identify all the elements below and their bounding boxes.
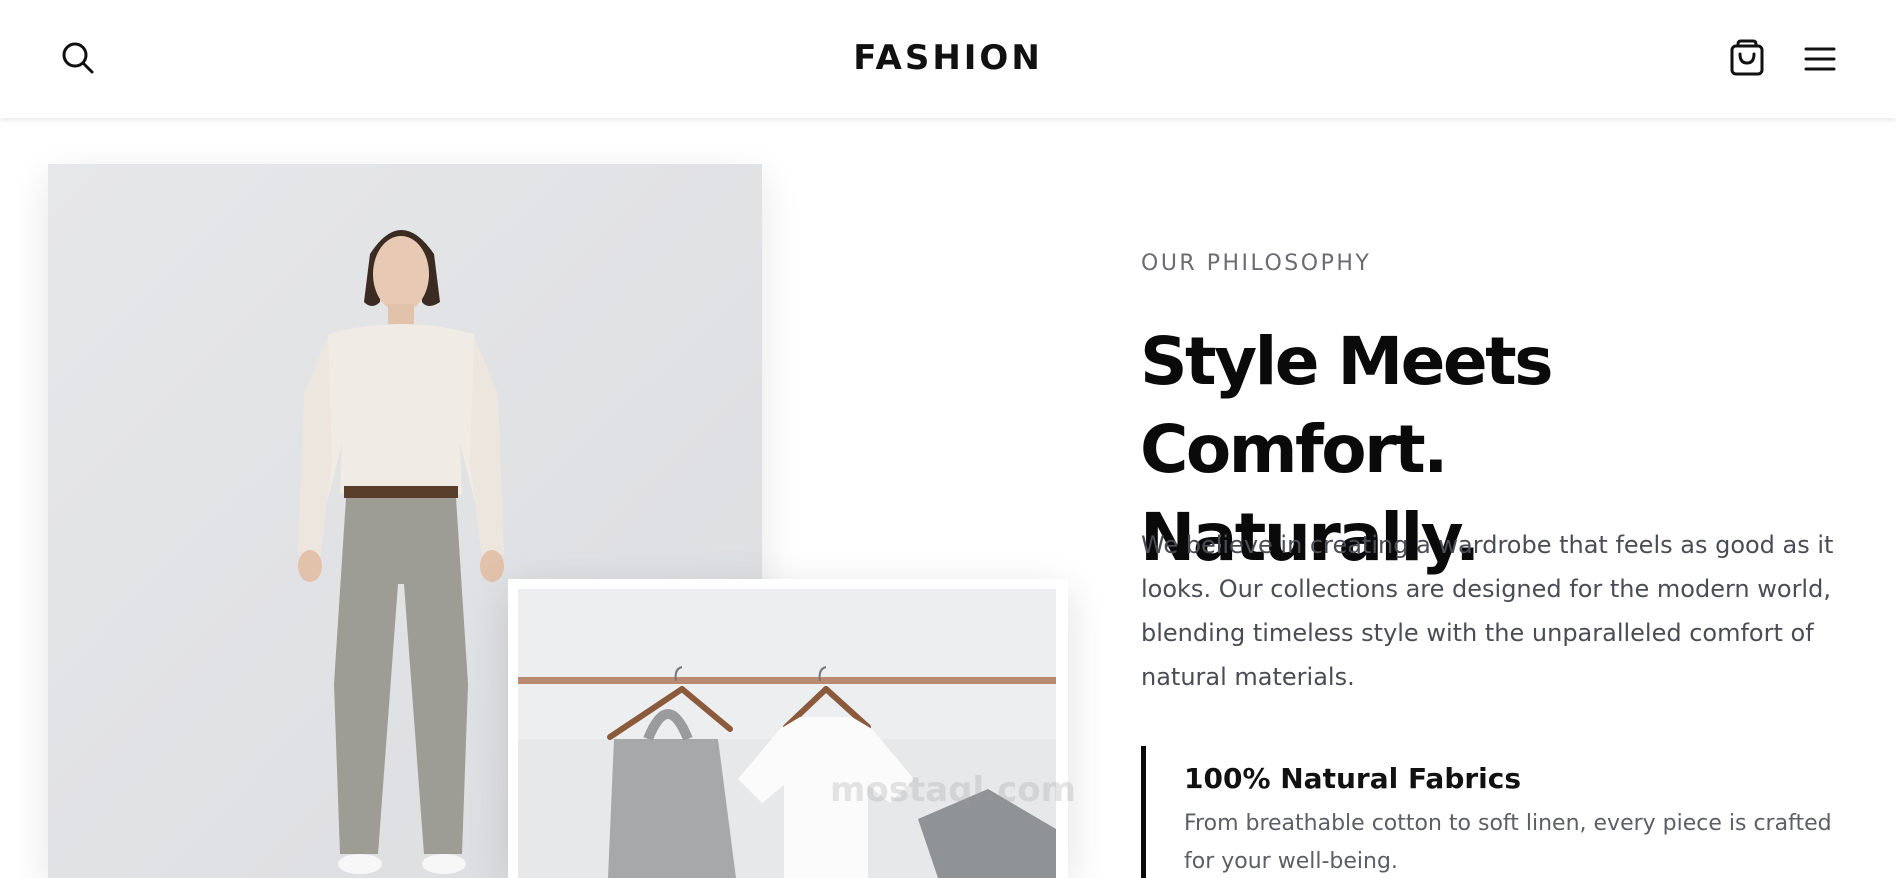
site-header: FASHION bbox=[0, 0, 1896, 118]
section-eyebrow: OUR PHILOSOPHY bbox=[1141, 251, 1372, 276]
shopping-bag-icon bbox=[1730, 39, 1764, 76]
hamburger-menu-icon bbox=[1804, 47, 1836, 71]
feature-text: From breathable cotton to soft linen, ev… bbox=[1184, 811, 1832, 874]
feature-title: 100% Natural Fabrics bbox=[1184, 762, 1522, 795]
watermark: mostaql.com bbox=[830, 770, 1077, 810]
cart-button[interactable] bbox=[1727, 37, 1767, 79]
brand-logo[interactable]: FASHION bbox=[0, 38, 1896, 78]
section-body: We believe in creating a wardrobe that f… bbox=[1141, 531, 1834, 691]
menu-button[interactable] bbox=[1800, 39, 1840, 79]
feature-block: 100% Natural Fabrics From breathable cot… bbox=[1141, 746, 1861, 878]
headline-line-1: Style Meets Comfort. bbox=[1140, 323, 1554, 488]
